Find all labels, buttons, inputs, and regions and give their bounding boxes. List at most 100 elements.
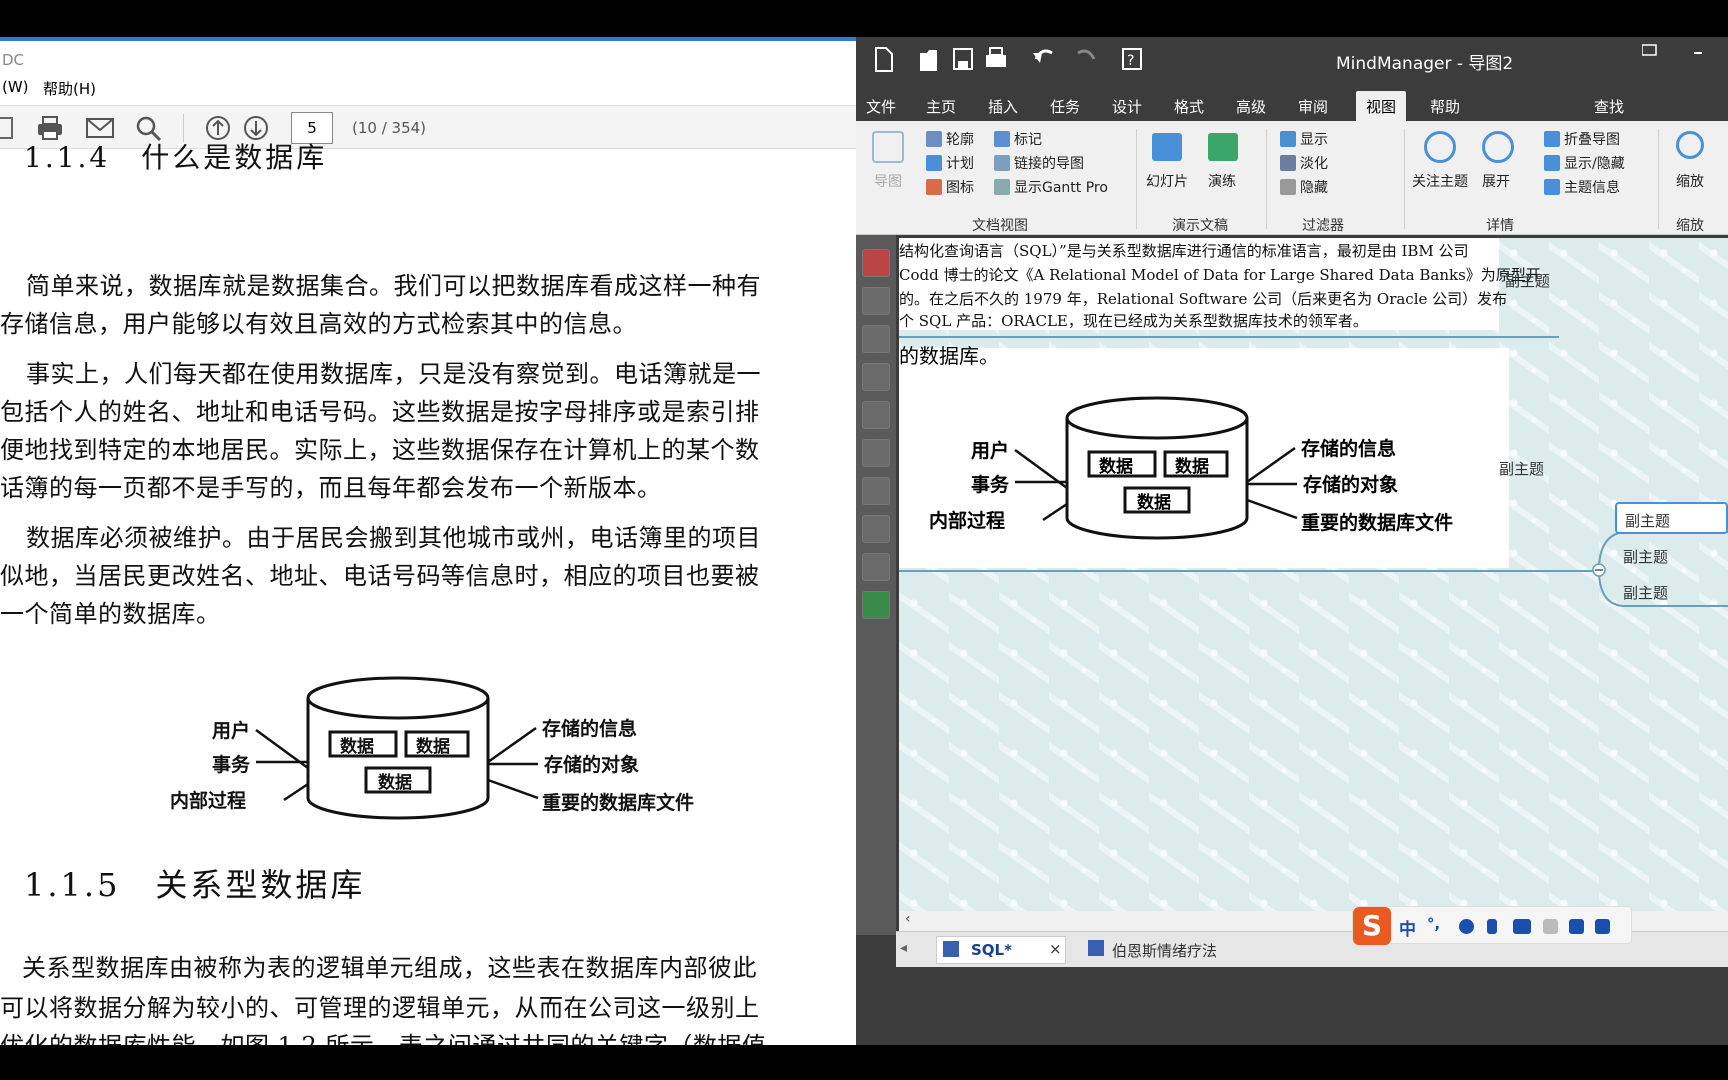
pdf-menubar: (W) 帮助(H) <box>0 73 856 103</box>
pdf-titlebar: DC <box>0 37 856 73</box>
linked-maps-button[interactable]: 链接的导图 <box>994 153 1084 173</box>
focus-topic-button[interactable]: 关注主题 <box>1412 171 1468 191</box>
diagram-label-db-files: 重要的数据库文件 <box>1301 512 1454 534</box>
lightbulb-icon[interactable] <box>862 553 890 581</box>
diagram-label-internal: 内部过程 <box>170 790 247 812</box>
sub-topic[interactable]: 副主题 <box>1499 458 1544 479</box>
topic-note-sql[interactable]: 结构化查询语言（SQL）”是与关系型数据库进行通信的标准语言，最初是由 IBM … <box>899 238 1541 330</box>
slides-button[interactable]: 幻灯片 <box>1146 171 1188 191</box>
emoji-icon[interactable] <box>1459 919 1474 934</box>
scroll-left-icon[interactable]: ‹ <box>905 911 911 927</box>
diagram-label-transaction: 事务 <box>212 754 251 776</box>
keyboard-icon[interactable] <box>1513 919 1531 934</box>
paragraph-line: 可以将数据分解为较小的、可管理的逻辑单元，从而在公司这一级别上 <box>0 994 760 1022</box>
diagram-label-internal: 内部过程 <box>929 510 1006 532</box>
pdf-page-content: 1.1.4 什么是数据库 简单来说，数据库就是数据集合。我们可以把数据库看成这样… <box>0 141 856 1045</box>
doc-tab-sql[interactable]: SQL* × <box>936 936 1066 964</box>
show-filter-button[interactable]: 显示 <box>1280 129 1328 149</box>
filter-icon <box>1280 179 1296 195</box>
skin-icon[interactable] <box>1569 919 1584 934</box>
tab-insert[interactable]: 插入 <box>978 91 1028 121</box>
expand-button[interactable]: 展开 <box>1482 171 1510 191</box>
close-icon[interactable]: × <box>1049 940 1062 958</box>
diagram-label-stored-info: 存储的信息 <box>542 718 638 740</box>
doc-tab-burns[interactable]: 伯恩斯情绪疗法 <box>1082 936 1232 964</box>
slides-icon[interactable] <box>1152 133 1182 161</box>
tab-design[interactable]: 设计 <box>1102 91 1152 121</box>
toolbox-icon[interactable] <box>1595 919 1610 934</box>
index-icon[interactable] <box>862 401 890 429</box>
show-hide-button[interactable]: 显示/隐藏 <box>1544 153 1625 173</box>
browser-icon[interactable] <box>862 515 890 543</box>
map-parts-icon[interactable] <box>862 363 890 391</box>
page-count: (10 / 354) <box>352 119 427 137</box>
ribbon-tabs: 文件 主页 插入 任务 设计 格式 高级 审阅 视图 帮助 查找 <box>856 85 1728 121</box>
svg-text:?: ? <box>1127 53 1134 69</box>
tab-advanced[interactable]: 高级 <box>1226 91 1276 121</box>
tab-review[interactable]: 审阅 <box>1288 91 1338 121</box>
fade-filter-button[interactable]: 淡化 <box>1280 153 1328 173</box>
fade-label: 淡化 <box>1300 156 1328 172</box>
diagram-box-data: 数据 <box>340 737 374 757</box>
zoom-button[interactable]: 缩放 <box>1676 171 1704 191</box>
task-info-icon[interactable] <box>862 287 890 315</box>
map-view-icon[interactable] <box>872 131 904 163</box>
tab-home[interactable]: 主页 <box>916 91 966 121</box>
menu-window[interactable]: (W) <box>2 78 29 96</box>
heading-1-1-4: 1.1.4 什么是数据库 <box>24 141 328 174</box>
microphone-icon[interactable] <box>1487 919 1497 934</box>
find-button[interactable]: 查找 <box>1584 91 1634 121</box>
diagram-label-user: 用户 <box>212 720 251 742</box>
save-icon[interactable] <box>0 114 18 142</box>
map-view-button[interactable]: 导图 <box>874 171 902 191</box>
outline-button[interactable]: 轮廓 <box>926 129 974 149</box>
tab-task[interactable]: 任务 <box>1040 91 1090 121</box>
icons-button[interactable]: 图标 <box>926 177 974 197</box>
menu-help[interactable]: 帮助(H) <box>43 78 96 99</box>
topic-image-database[interactable]: 的数据库。 用户 事务 内部过程 存储的信息 存储的对象 重要的数据库文件 数据… <box>899 344 1509 568</box>
diagram-label-stored-info: 存储的信息 <box>1301 438 1397 460</box>
tab-file[interactable]: 文件 <box>856 91 906 121</box>
search-icon[interactable] <box>862 439 890 467</box>
sub-topic[interactable]: 副主题 <box>1505 270 1550 291</box>
topic-info-button[interactable]: 主题信息 <box>1544 177 1620 197</box>
sogou-logo-icon[interactable]: S <box>1353 907 1391 945</box>
diagram-box-data: 数据 <box>1175 457 1209 477</box>
ime-language-toggle[interactable]: 中 <box>1399 915 1416 940</box>
ime-toolbar[interactable]: S 中 °, <box>1352 906 1632 945</box>
diagram-box-data: 数据 <box>1099 457 1133 477</box>
rehearse-button[interactable]: 演练 <box>1208 171 1236 191</box>
plan-button[interactable]: 计划 <box>926 153 974 173</box>
tab-help[interactable]: 帮助 <box>1420 91 1470 121</box>
sub-topic[interactable]: 副主题 <box>1623 582 1668 603</box>
note-line: 的。在之后不久的 1979 年，Relational Software 公司（后… <box>899 290 1508 308</box>
hide-filter-button[interactable]: 隐藏 <box>1280 177 1328 197</box>
tab-format[interactable]: 格式 <box>1164 91 1214 121</box>
expand-icon[interactable] <box>1482 131 1514 163</box>
ime-punctuation-toggle[interactable]: °, <box>1427 915 1440 933</box>
library-icon[interactable] <box>862 249 890 277</box>
focus-topic-icon[interactable] <box>1424 131 1456 163</box>
user-icon[interactable] <box>1543 919 1558 934</box>
excel-icon[interactable] <box>862 591 890 619</box>
zoom-icon[interactable] <box>1676 131 1704 159</box>
window-controls[interactable] <box>1642 43 1722 63</box>
diagram-label-user: 用户 <box>971 440 1010 462</box>
collapse-map-button[interactable]: 折叠导图 <box>1544 129 1620 149</box>
ribbon-view: 导图 轮廓 计划 图标 标记 链接的导图 显示Gantt Pro 文档视图 幻灯… <box>856 121 1728 235</box>
resources-icon[interactable] <box>862 325 890 353</box>
selected-sub-topic[interactable]: 副主题 <box>1615 502 1728 534</box>
sub-topic[interactable]: 副主题 <box>1623 546 1668 567</box>
paragraph-line: 数据库必须被维护。由于居民会搬到其他城市或州，电话簿里的项目 <box>26 524 761 552</box>
tab-view[interactable]: 视图 <box>1356 91 1407 121</box>
notes-icon[interactable] <box>862 477 890 505</box>
database-diagram: 用户 事务 内部过程 存储的信息 存储的对象 重要的数据库文件 数据 数据 数据 <box>919 370 1479 550</box>
paragraph-line: 事实上，人们每天都在使用数据库，只是没有察觉到。电话簿就是一 <box>26 360 761 388</box>
group-zoom: 缩放 <box>1676 218 1704 234</box>
gantt-button[interactable]: 显示Gantt Pro <box>994 177 1108 197</box>
markers-button[interactable]: 标记 <box>994 129 1042 149</box>
rehearse-icon[interactable] <box>1208 133 1238 161</box>
mindmap-canvas[interactable]: 结构化查询语言（SQL）”是与关系型数据库进行通信的标准语言，最初是由 IBM … <box>899 238 1728 911</box>
tab-scroll-left-icon[interactable]: ◂ <box>900 940 907 956</box>
group-details: 详情 <box>1486 218 1514 234</box>
